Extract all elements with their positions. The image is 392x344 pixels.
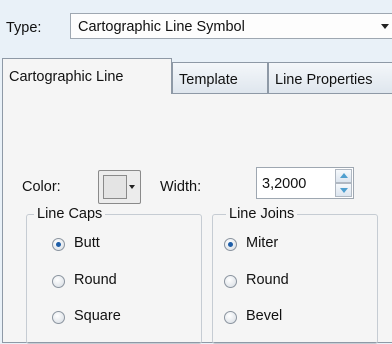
tab-template[interactable]: Template <box>172 62 268 93</box>
cap-butt-label: Butt <box>74 235 100 251</box>
cap-square-label: Square <box>74 308 121 324</box>
line-joins-title: Line Joins <box>226 206 298 222</box>
radio-join-round[interactable] <box>224 275 237 288</box>
chevron-down-icon[interactable] <box>381 24 389 29</box>
width-value[interactable]: 3,2000 <box>262 176 306 192</box>
tab-template-label: Template <box>179 72 238 88</box>
type-dropdown[interactable]: Cartographic Line Symbol <box>70 13 392 39</box>
line-caps-title: Line Caps <box>34 206 106 222</box>
radio-cap-butt[interactable] <box>52 238 65 251</box>
line-joins-group <box>212 214 378 344</box>
radio-join-miter[interactable] <box>224 238 237 251</box>
join-round-label: Round <box>246 272 289 288</box>
cap-round-label: Round <box>74 272 117 288</box>
type-label: Type: <box>6 20 42 36</box>
join-bevel-label: Bevel <box>246 308 283 324</box>
width-label: Width: <box>160 179 202 195</box>
radio-cap-square[interactable] <box>52 311 65 324</box>
tab-line-properties[interactable]: Line Properties <box>268 62 392 93</box>
tab-cartographic-line[interactable]: Cartographic Line <box>2 58 172 94</box>
spin-down-icon[interactable] <box>335 183 352 197</box>
radio-cap-round[interactable] <box>52 275 65 288</box>
spin-up-icon[interactable] <box>335 169 352 183</box>
chevron-down-icon[interactable] <box>129 185 135 189</box>
color-picker-button[interactable] <box>98 170 141 204</box>
width-spinner[interactable]: 3,2000 <box>256 167 354 199</box>
tab-cartographic-line-label: Cartographic Line <box>9 69 124 85</box>
radio-join-bevel[interactable] <box>224 311 237 324</box>
color-label: Color: <box>22 179 61 195</box>
color-swatch <box>103 175 127 199</box>
type-dropdown-value: Cartographic Line Symbol <box>78 19 245 35</box>
join-miter-label: Miter <box>246 235 279 251</box>
tab-line-properties-label: Line Properties <box>275 72 373 88</box>
